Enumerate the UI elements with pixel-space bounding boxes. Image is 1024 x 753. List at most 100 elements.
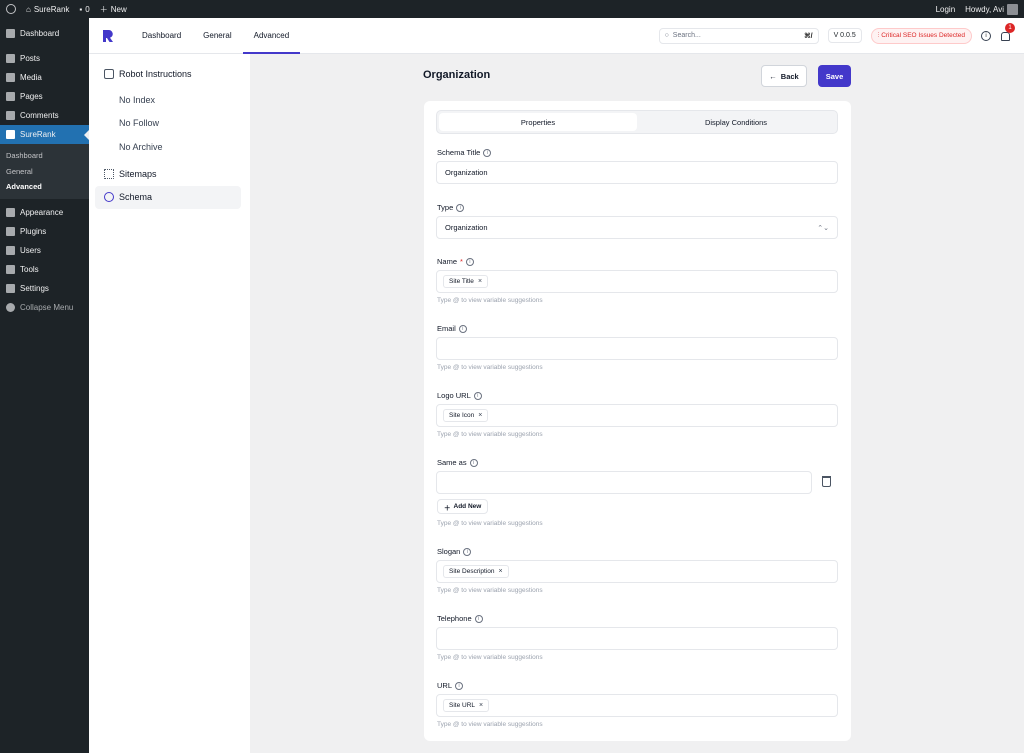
info-icon[interactable]: i <box>463 547 472 556</box>
menu-users[interactable]: Users <box>0 241 89 260</box>
email-input[interactable] <box>436 337 838 360</box>
chevron-up-down-icon: ⌃⌄ <box>817 224 829 232</box>
same-as-input[interactable] <box>436 471 812 494</box>
info-icon[interactable]: i <box>465 257 474 266</box>
logo-url-label: Logo URL i <box>437 391 482 400</box>
schema-title-input[interactable]: Organization <box>436 161 838 184</box>
menu-appearance[interactable]: Appearance <box>0 203 89 222</box>
surerank-logo-icon[interactable] <box>101 29 115 43</box>
user-icon <box>6 245 15 255</box>
version-badge: V 0.0.5 <box>827 28 862 43</box>
tab-advanced[interactable]: Advanced <box>242 18 301 54</box>
comment-icon: ▪ <box>79 4 83 14</box>
close-icon[interactable]: × <box>478 278 482 285</box>
nav-no-archive[interactable]: No Archive <box>89 135 250 159</box>
info-icon[interactable]: i <box>455 681 464 690</box>
avatar <box>1007 3 1018 15</box>
wordpress-logo-icon[interactable] <box>6 4 16 14</box>
collapse-menu[interactable]: Collapse Menu <box>0 298 89 317</box>
trash-icon[interactable] <box>822 476 831 487</box>
surerank-submenu: Dashboard General Advanced <box>0 144 89 199</box>
plus-icon: ＋ <box>444 504 451 512</box>
add-new-button[interactable]: ＋ Add New <box>437 499 489 514</box>
url-label: URL i <box>437 681 464 690</box>
robot-icon <box>104 68 114 79</box>
menu-surerank[interactable]: SureRank <box>0 125 89 144</box>
search-icon: ○ <box>664 32 669 39</box>
menu-settings[interactable]: Settings <box>0 279 89 298</box>
nav-schema[interactable]: Schema <box>95 185 241 209</box>
variable-chip: Site Icon × <box>443 409 489 422</box>
menu-posts[interactable]: Posts <box>0 49 89 68</box>
submenu-advanced[interactable]: Advanced <box>0 179 89 195</box>
admin-bar-account[interactable]: Howdy, Avi <box>965 3 1018 15</box>
info-icon[interactable]: i <box>456 203 465 212</box>
required-marker: * <box>460 257 463 266</box>
home-icon: ⌂ <box>26 4 31 14</box>
info-icon[interactable]: i <box>473 391 482 400</box>
tab-properties[interactable]: Properties <box>439 113 637 131</box>
nav-sitemaps[interactable]: Sitemaps <box>89 163 250 186</box>
schema-title-label: Schema Title i <box>437 148 492 157</box>
info-icon[interactable]: i <box>474 614 483 623</box>
save-button[interactable]: Save <box>818 65 851 87</box>
media-icon <box>6 73 15 82</box>
notifications-button[interactable]: 1 <box>1000 22 1015 42</box>
arrow-left-icon: ← <box>769 71 777 81</box>
hint-text: Type @ to view variable suggestions <box>437 587 543 594</box>
hint-text: Type @ to view variable suggestions <box>437 431 543 438</box>
notification-count: 1 <box>1005 22 1015 33</box>
wrench-icon <box>6 264 15 274</box>
page-icon <box>6 92 15 101</box>
menu-pages[interactable]: Pages <box>0 87 89 106</box>
info-icon[interactable]: i <box>458 324 467 333</box>
variable-chip: Site URL × <box>443 699 490 712</box>
submenu-dashboard[interactable]: Dashboard <box>0 148 89 164</box>
slogan-label: Slogan i <box>437 547 472 556</box>
close-icon[interactable]: × <box>478 412 482 419</box>
name-input[interactable]: Site Title × <box>436 270 838 293</box>
admin-bar-comments[interactable]: ▪ 0 <box>79 5 89 14</box>
hint-text: Type @ to view variable suggestions <box>437 721 543 728</box>
megaphone-icon <box>1001 31 1010 41</box>
admin-sidebar: Dashboard Posts Media Pages Comments Sur… <box>0 18 89 753</box>
hint-text: Type @ to view variable suggestions <box>437 364 543 371</box>
url-input[interactable]: Site URL × <box>436 694 838 717</box>
help-icon[interactable]: i <box>981 30 991 41</box>
nav-no-follow[interactable]: No Follow <box>89 112 250 136</box>
logo-url-input[interactable]: Site Icon × <box>436 404 838 427</box>
settings-icon <box>6 283 15 293</box>
type-label: Type i <box>437 203 465 212</box>
tab-display-conditions[interactable]: Display Conditions <box>637 113 835 131</box>
search-input[interactable]: ○ Search... ⌘/ <box>658 27 819 44</box>
admin-bar: ⌂ SureRank ▪ 0 ＋ New Login Howdy, Avi <box>0 0 1024 18</box>
admin-bar-login[interactable]: Login <box>936 5 956 14</box>
nav-robot-instructions[interactable]: Robot Instructions <box>89 62 250 85</box>
menu-comments[interactable]: Comments <box>0 106 89 125</box>
menu-dashboard[interactable]: Dashboard <box>0 24 89 43</box>
type-select[interactable]: Organization ⌃⌄ <box>436 216 838 239</box>
submenu-general[interactable]: General <box>0 164 89 180</box>
dashboard-icon <box>6 29 15 38</box>
pin-icon <box>6 54 15 63</box>
variable-chip: Site Title × <box>443 275 489 288</box>
menu-media[interactable]: Media <box>0 68 89 87</box>
info-icon[interactable]: i <box>483 148 492 157</box>
admin-bar-new[interactable]: ＋ New <box>100 4 127 15</box>
admin-bar-site[interactable]: ⌂ SureRank <box>26 5 69 14</box>
close-icon[interactable]: × <box>479 702 483 709</box>
telephone-label: Telephone i <box>437 614 483 623</box>
back-button[interactable]: ← Back <box>761 65 807 87</box>
info-icon[interactable]: i <box>469 458 478 467</box>
menu-tools[interactable]: Tools <box>0 260 89 279</box>
hint-text: Type @ to view variable suggestions <box>437 297 543 304</box>
hint-text: Type @ to view variable suggestions <box>437 520 543 527</box>
close-icon[interactable]: × <box>499 568 503 575</box>
nav-no-index[interactable]: No Index <box>89 88 250 112</box>
tab-dashboard[interactable]: Dashboard <box>131 18 192 54</box>
tab-general[interactable]: General <box>192 18 242 54</box>
telephone-input[interactable] <box>436 627 838 650</box>
slogan-input[interactable]: Site Description × <box>436 560 838 583</box>
seo-issues-badge[interactable]: ⫶ Critical SEO Issues Detected <box>870 27 972 44</box>
menu-plugins[interactable]: Plugins <box>0 222 89 241</box>
